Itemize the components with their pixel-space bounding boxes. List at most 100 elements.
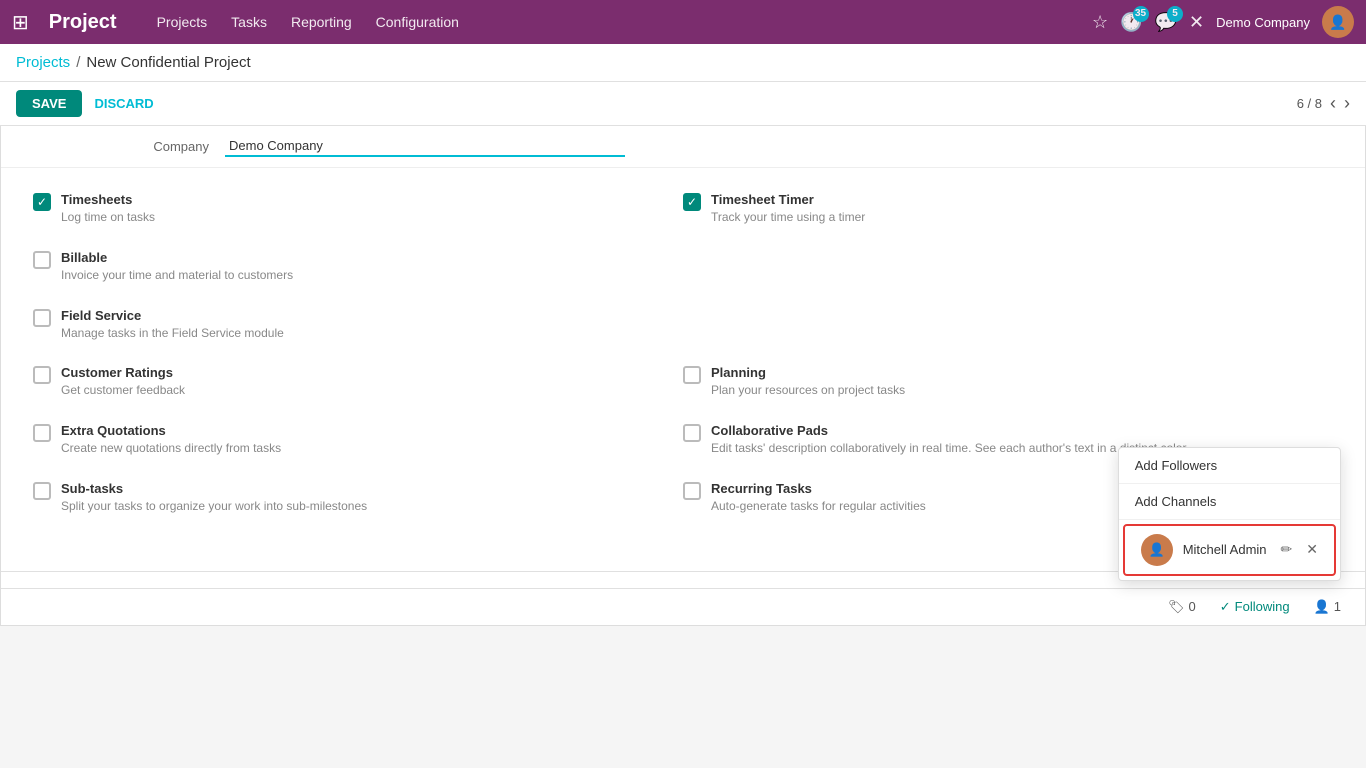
customer-ratings-checkbox[interactable] bbox=[33, 366, 51, 384]
timesheets-info: Timesheets Log time on tasks bbox=[61, 192, 155, 226]
settings-row-4: Customer Ratings Get customer feedback P… bbox=[33, 365, 1333, 399]
company-row: Company Demo Company bbox=[1, 126, 1365, 168]
company-label: Company bbox=[25, 139, 225, 154]
prev-button[interactable]: ‹ bbox=[1330, 93, 1336, 114]
chat-icon[interactable]: 💬 5 bbox=[1155, 12, 1177, 33]
form-card: Company Demo Company ✓ Timesheets Log ti… bbox=[0, 126, 1366, 626]
sub-tasks-info: Sub-tasks Split your tasks to organize y… bbox=[61, 481, 367, 515]
planning-checkbox[interactable] bbox=[683, 366, 701, 384]
followers-count: 1 bbox=[1334, 599, 1341, 614]
timesheets-desc: Log time on tasks bbox=[61, 209, 155, 226]
sub-tasks-desc: Split your tasks to organize your work i… bbox=[61, 498, 367, 515]
toolbar: SAVE DISCARD 6 / 8 ‹ › bbox=[0, 82, 1366, 126]
settings-row-2: Billable Invoice your time and material … bbox=[33, 250, 1333, 284]
collaborative-pads-title: Collaborative Pads bbox=[711, 423, 1189, 438]
save-button[interactable]: SAVE bbox=[16, 90, 82, 117]
recurring-tasks-info: Recurring Tasks Auto-generate tasks for … bbox=[711, 481, 926, 515]
tags-icon: 🏷 bbox=[1168, 599, 1185, 615]
nav-reporting[interactable]: Reporting bbox=[291, 14, 352, 30]
setting-extra-quotations: Extra Quotations Create new quotations d… bbox=[33, 423, 683, 457]
settings-row-1: ✓ Timesheets Log time on tasks ✓ Timeshe… bbox=[33, 192, 1333, 226]
setting-empty-1 bbox=[683, 250, 1333, 284]
extra-quotations-title: Extra Quotations bbox=[61, 423, 281, 438]
sub-tasks-title: Sub-tasks bbox=[61, 481, 367, 496]
customer-ratings-info: Customer Ratings Get customer feedback bbox=[61, 365, 185, 399]
company-value[interactable]: Demo Company bbox=[225, 136, 625, 157]
tags-count: 0 bbox=[1189, 599, 1196, 614]
field-service-desc: Manage tasks in the Field Service module bbox=[61, 325, 284, 342]
extra-quotations-desc: Create new quotations directly from task… bbox=[61, 440, 281, 457]
field-service-title: Field Service bbox=[61, 308, 284, 323]
following-label: Following bbox=[1235, 599, 1290, 614]
timesheets-checkbox[interactable]: ✓ bbox=[33, 193, 51, 211]
user-avatar[interactable]: 👤 bbox=[1322, 6, 1354, 38]
chat-badge: 5 bbox=[1167, 6, 1183, 22]
breadcrumb-current: New Confidential Project bbox=[86, 54, 250, 71]
field-service-info: Field Service Manage tasks in the Field … bbox=[61, 308, 284, 342]
timesheets-title: Timesheets bbox=[61, 192, 155, 207]
navbar: ⊞ Project Projects Tasks Reporting Confi… bbox=[0, 0, 1366, 44]
tags-action[interactable]: 🏷 0 bbox=[1168, 599, 1196, 615]
extra-quotations-checkbox[interactable] bbox=[33, 424, 51, 442]
company-name: Demo Company bbox=[1216, 15, 1310, 30]
billable-info: Billable Invoice your time and material … bbox=[61, 250, 293, 284]
sub-tasks-checkbox[interactable] bbox=[33, 482, 51, 500]
customer-ratings-title: Customer Ratings bbox=[61, 365, 185, 380]
planning-title: Planning bbox=[711, 365, 905, 380]
setting-timesheets: ✓ Timesheets Log time on tasks bbox=[33, 192, 683, 226]
bottom-bar: 🏷 0 ✓ Following 👤 1 Add Followers Add Ch… bbox=[1, 588, 1365, 625]
field-service-checkbox[interactable] bbox=[33, 309, 51, 327]
billable-checkbox[interactable] bbox=[33, 251, 51, 269]
check-icon: ✓ bbox=[1220, 599, 1231, 615]
customer-ratings-desc: Get customer feedback bbox=[61, 382, 185, 399]
clock-icon[interactable]: 🕐 35 bbox=[1120, 12, 1142, 33]
user-avatar-small: 👤 bbox=[1141, 534, 1173, 566]
settings-row-3: Field Service Manage tasks in the Field … bbox=[33, 308, 1333, 342]
followers-action[interactable]: 👤 1 bbox=[1314, 599, 1341, 615]
setting-empty-2 bbox=[683, 308, 1333, 342]
setting-customer-ratings: Customer Ratings Get customer feedback bbox=[33, 365, 683, 399]
add-followers-item[interactable]: Add Followers bbox=[1119, 448, 1340, 484]
collaborative-pads-checkbox[interactable] bbox=[683, 424, 701, 442]
timesheet-timer-info: Timesheet Timer Track your time using a … bbox=[711, 192, 865, 226]
nav-menu: Projects Tasks Reporting Configuration bbox=[157, 14, 1076, 30]
user-row: 👤 Mitchell Admin ✏ ✕ bbox=[1123, 524, 1336, 576]
discard-button[interactable]: DISCARD bbox=[94, 96, 153, 111]
billable-title: Billable bbox=[61, 250, 293, 265]
recurring-tasks-desc: Auto-generate tasks for regular activiti… bbox=[711, 498, 926, 515]
next-button[interactable]: › bbox=[1344, 93, 1350, 114]
recurring-tasks-checkbox[interactable] bbox=[683, 482, 701, 500]
setting-timesheet-timer: ✓ Timesheet Timer Track your time using … bbox=[683, 192, 1333, 226]
setting-field-service: Field Service Manage tasks in the Field … bbox=[33, 308, 683, 342]
clock-badge: 35 bbox=[1133, 6, 1149, 22]
breadcrumb-parent[interactable]: Projects bbox=[16, 54, 70, 71]
nav-tasks[interactable]: Tasks bbox=[231, 14, 267, 30]
pagination-text: 6 / 8 bbox=[1297, 96, 1322, 111]
setting-billable: Billable Invoice your time and material … bbox=[33, 250, 683, 284]
nav-projects[interactable]: Projects bbox=[157, 14, 208, 30]
star-icon[interactable]: ☆ bbox=[1092, 12, 1108, 33]
planning-desc: Plan your resources on project tasks bbox=[711, 382, 905, 399]
extra-quotations-info: Extra Quotations Create new quotations d… bbox=[61, 423, 281, 457]
close-icon[interactable]: ✕ bbox=[1189, 12, 1204, 33]
user-name: Mitchell Admin bbox=[1183, 542, 1267, 557]
navbar-right: ☆ 🕐 35 💬 5 ✕ Demo Company 👤 bbox=[1092, 6, 1354, 38]
remove-icon[interactable]: ✕ bbox=[1306, 541, 1318, 558]
breadcrumb: Projects / New Confidential Project bbox=[0, 44, 1366, 82]
main-content: Company Demo Company ✓ Timesheets Log ti… bbox=[0, 126, 1366, 626]
add-channels-item[interactable]: Add Channels bbox=[1119, 484, 1340, 520]
followers-dropdown: Add Followers Add Channels 👤 Mitchell Ad… bbox=[1118, 447, 1341, 581]
edit-icon[interactable]: ✏ bbox=[1281, 541, 1293, 558]
recurring-tasks-title: Recurring Tasks bbox=[711, 481, 926, 496]
pagination: 6 / 8 ‹ › bbox=[1297, 93, 1350, 114]
following-button[interactable]: ✓ Following bbox=[1220, 599, 1290, 615]
timesheet-timer-checkbox[interactable]: ✓ bbox=[683, 193, 701, 211]
nav-configuration[interactable]: Configuration bbox=[376, 14, 459, 30]
breadcrumb-separator: / bbox=[76, 54, 80, 71]
billable-desc: Invoice your time and material to custom… bbox=[61, 267, 293, 284]
grid-icon[interactable]: ⊞ bbox=[12, 10, 29, 35]
planning-info: Planning Plan your resources on project … bbox=[711, 365, 905, 399]
timesheet-timer-desc: Track your time using a timer bbox=[711, 209, 865, 226]
person-icon: 👤 bbox=[1314, 599, 1330, 615]
timesheet-timer-title: Timesheet Timer bbox=[711, 192, 865, 207]
